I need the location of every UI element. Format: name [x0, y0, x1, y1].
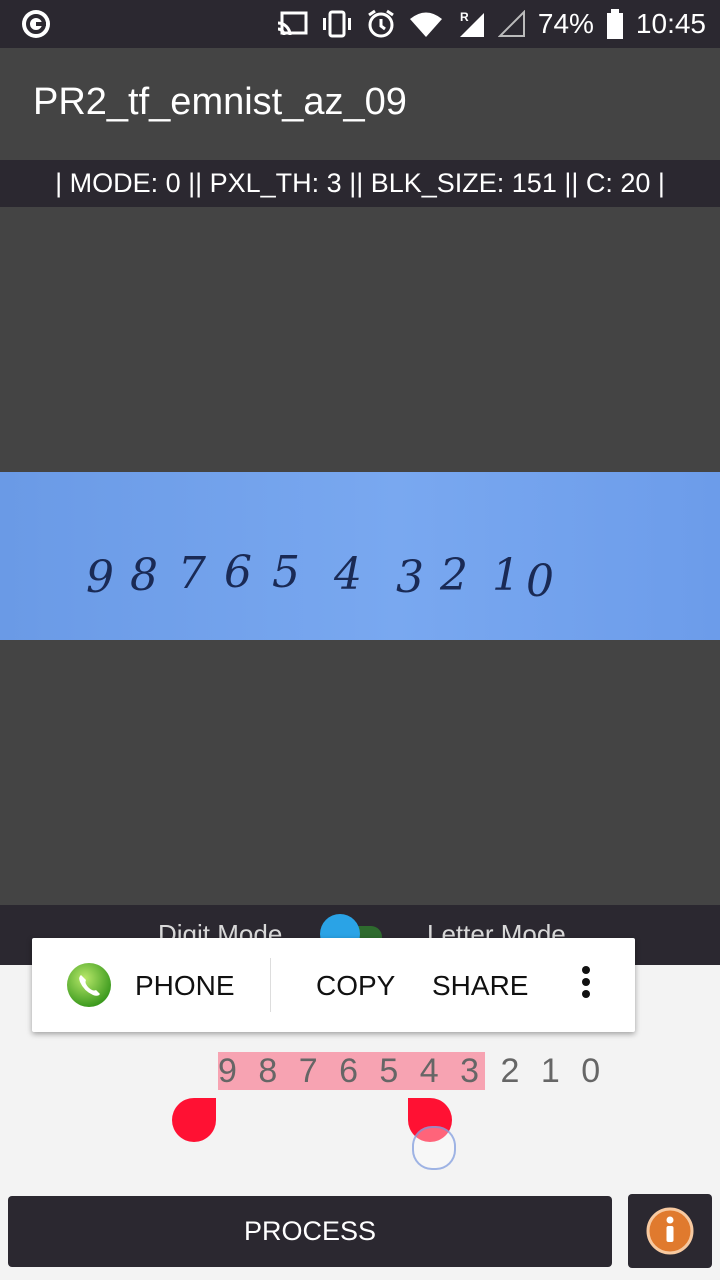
- info-button[interactable]: [628, 1194, 712, 1268]
- copy-action[interactable]: COPY: [316, 970, 395, 1002]
- status-time: 10:45: [635, 8, 706, 39]
- vibrate-icon: [322, 10, 351, 38]
- app-title: PR2_tf_emnist_az_09: [33, 81, 407, 123]
- g-logo-icon: [22, 10, 50, 38]
- popup-divider: [270, 958, 271, 1012]
- status-bar: R 74% 10:45: [0, 0, 720, 48]
- handwritten-digit: 2: [439, 550, 468, 601]
- params-bar: | MODE: 0 || PXL_TH: 3 || BLK_SIZE: 151 …: [0, 160, 720, 207]
- captured-image-strip: 9876543210: [0, 472, 720, 640]
- phone-action[interactable]: PHONE: [135, 970, 235, 1002]
- handwritten-digit: 3: [396, 552, 424, 603]
- touch-ripple: [412, 1126, 456, 1170]
- alarm-icon: [368, 9, 394, 38]
- handwritten-digits: 9876543210: [86, 547, 554, 607]
- svg-text:R: R: [460, 10, 469, 24]
- selection-start-handle[interactable]: [172, 1098, 216, 1142]
- recognized-text[interactable]: 9 8 7 6 5 4 3 2 1 0: [218, 1052, 606, 1098]
- cast-icon: [277, 11, 308, 36]
- share-action[interactable]: SHARE: [432, 970, 528, 1002]
- process-button[interactable]: PROCESS: [8, 1196, 612, 1267]
- handwritten-digit: 9: [86, 552, 114, 603]
- handwritten-digit: 8: [130, 550, 158, 601]
- battery-icon: [606, 9, 623, 39]
- app-bar: PR2_tf_emnist_az_09: [0, 48, 720, 160]
- handwritten-digit: 6: [224, 547, 252, 598]
- phone-app-icon[interactable]: [66, 962, 112, 1008]
- text-selection-toolbar: PHONE COPY SHARE: [32, 938, 635, 1032]
- more-vertical-icon[interactable]: [580, 966, 592, 1006]
- info-icon: [646, 1207, 694, 1255]
- signal-empty-icon: [497, 10, 525, 37]
- wifi-icon: [409, 12, 442, 37]
- unselected-text[interactable]: 2 1 0: [485, 1052, 606, 1090]
- handwritten-digit: 1: [492, 550, 520, 601]
- handwritten-digit: 4: [333, 549, 362, 600]
- handwritten-digit: 0: [526, 556, 554, 607]
- handwritten-digit: 7: [178, 548, 206, 599]
- handwritten-digit: 5: [272, 547, 300, 598]
- selected-text[interactable]: 9 8 7 6 5 4 3: [218, 1052, 486, 1090]
- battery-percent: 74%: [537, 8, 594, 39]
- signal-roaming-icon: R: [459, 10, 484, 37]
